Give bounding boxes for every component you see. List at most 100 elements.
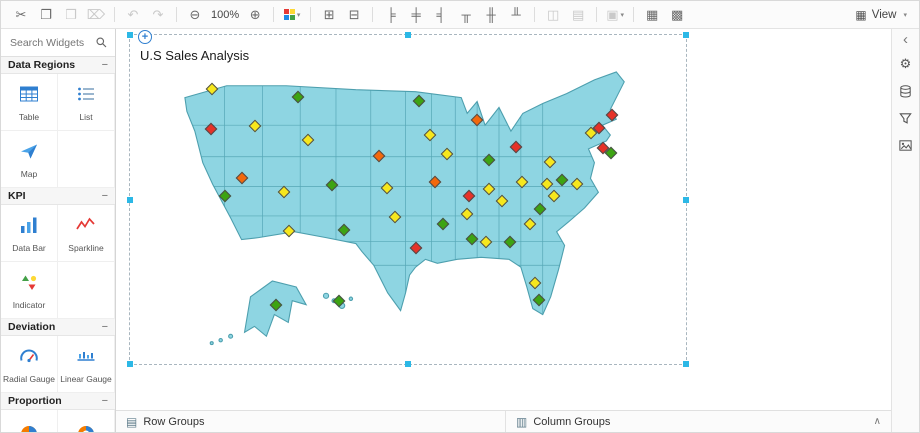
align-top-icon[interactable]: ╥ [454,4,478,26]
widget-sections: Data Regions − Table List Map KPI − Data Bar Spa… [1,57,115,432]
aleutian-island [209,341,214,346]
widget-item[interactable]: Map [1,131,58,188]
aleutian-island [228,333,234,339]
zoom-out-icon[interactable]: ⊖ [183,4,207,26]
merge-cells-icon[interactable]: ⊞ [317,4,341,26]
view-menu[interactable]: ▦ View ▾ [855,8,911,22]
widget-item[interactable]: Linear Gauge [58,336,115,393]
align-left-icon[interactable]: ╞ [379,4,403,26]
collapse-section-icon[interactable]: − [102,395,108,407]
zoom-in-icon[interactable]: ⊕ [243,4,267,26]
split-cells-icon[interactable]: ⊟ [342,4,366,26]
image-icon[interactable] [897,136,915,154]
row-groups-pane[interactable]: ▤ Row Groups [116,411,506,432]
selection-handle[interactable] [127,196,133,203]
widget-slot-empty [58,131,115,188]
chevron-left-icon[interactable]: ‹ [897,31,915,48]
section-title: Deviation [8,321,56,333]
database-icon[interactable] [897,82,915,100]
widget-label: Table [18,111,40,122]
widget-item[interactable] [58,410,115,432]
toolbar-separator [310,7,312,22]
widget-item[interactable] [1,410,58,432]
toolbar-separator [633,7,635,22]
collapse-section-icon[interactable]: − [102,190,108,202]
toolbar-buttons: ✂ ❐ ❒ ⌦ ↶ ↷ ⊖ 100% ⊕ ▾ ⊞ ⊟ ╞ ╪ ╡ ╥ ╫ ╨ ◫ ▤ ▣ ▾ ▦ ▩ [9,4,689,26]
pie-chart-icon [18,423,40,432]
hawaii-island [322,292,330,299]
widget-grid: Radial Gauge Linear Gauge [1,336,115,393]
hawaii-island [348,296,354,301]
collapse-section-icon[interactable]: − [102,321,108,333]
background-image-icon: ▣ ▾ [606,6,625,22]
search-input[interactable] [8,35,91,50]
grid-icon[interactable]: ▦ [640,4,664,26]
column-groups-pane[interactable]: ▥ Column Groups [506,411,610,432]
widget-search [1,29,115,57]
widget-label: Radial Gauge [3,373,55,384]
filter-icon[interactable] [897,109,915,127]
widget-grid: Data Bar Sparkline Indicator [1,205,115,319]
widget-item[interactable]: Sparkline [58,205,115,262]
doughnut-chart-icon [75,423,97,432]
cut-icon[interactable]: ✂ [9,4,33,26]
aleutian-island [218,337,223,343]
widget-item[interactable]: Radial Gauge [1,336,58,393]
widget-item[interactable]: Table [1,74,58,131]
align-center-icon[interactable]: ╪ [404,4,428,26]
distribute-horizontal-icon: ◫ [546,6,560,22]
toolbar-separator [114,7,115,22]
column-groups-label: Column Groups [533,415,611,428]
selection-handle[interactable] [683,196,689,203]
section-title: KPI [8,190,26,202]
right-panel-toolbar: ‹ ⚙ [891,29,919,432]
selection-handle[interactable] [127,361,133,367]
gear-icon[interactable]: ⚙ [897,55,915,73]
us-map[interactable] [167,68,664,354]
widget-slot-empty [58,262,115,319]
widget-grid [1,410,115,432]
report-item-selection[interactable]: + U.S Sales Analysis [127,30,689,367]
selection-handle[interactable] [127,32,133,38]
section-header: Proportion − [1,393,115,410]
widget-label: Sparkline [68,242,104,253]
list-icon [75,83,97,108]
selection-handle[interactable] [683,361,689,367]
groups-bar: ▤ Row Groups ▥ Column Groups ∧ [116,410,891,432]
widget-item[interactable]: Indicator [1,262,58,319]
align-bottom-icon[interactable]: ╨ [504,4,528,26]
align-right-icon[interactable]: ╡ [429,4,453,26]
selection-handle[interactable] [683,32,689,38]
toolbar-separator [273,7,275,22]
toolbar-separator [534,7,536,22]
selection-handle[interactable] [405,32,411,38]
chevron-down-icon: ▾ [620,11,625,19]
toolbar-separator [372,7,374,22]
toolbar-separator [176,7,177,22]
move-icon[interactable]: + [138,30,152,44]
fill-color-icon[interactable]: ▾ [280,4,304,26]
row-groups-icon: ▤ [126,414,138,429]
widget-item[interactable]: List [58,74,115,131]
chevron-up-icon[interactable]: ∧ [874,416,891,427]
collapse-section-icon[interactable]: − [102,59,108,71]
align-middle-icon[interactable]: ╫ [479,4,503,26]
snap-grid-icon[interactable]: ▩ [665,4,689,26]
sparkline-icon [75,214,97,239]
distribute-vertical-icon: ▤ [571,6,585,22]
delete-icon: ⌦ [86,6,106,22]
design-surface[interactable]: + U.S Sales Analysis [116,29,891,410]
view-grid-icon: ▦ [855,7,867,22]
linear-gauge-icon [75,345,97,370]
toolbar-separator [596,7,598,22]
row-groups-label: Row Groups [143,415,205,428]
widget-label: Map [20,168,38,179]
widget-label: Data Bar [12,242,46,253]
report-title: U.S Sales Analysis [140,48,250,63]
data-bar-icon [18,214,40,239]
copy-icon[interactable]: ❐ [34,4,58,26]
widget-label: Indicator [12,299,46,310]
widget-grid: Table List Map [1,74,115,188]
selection-handle[interactable] [405,361,411,367]
widget-item[interactable]: Data Bar [1,205,58,262]
